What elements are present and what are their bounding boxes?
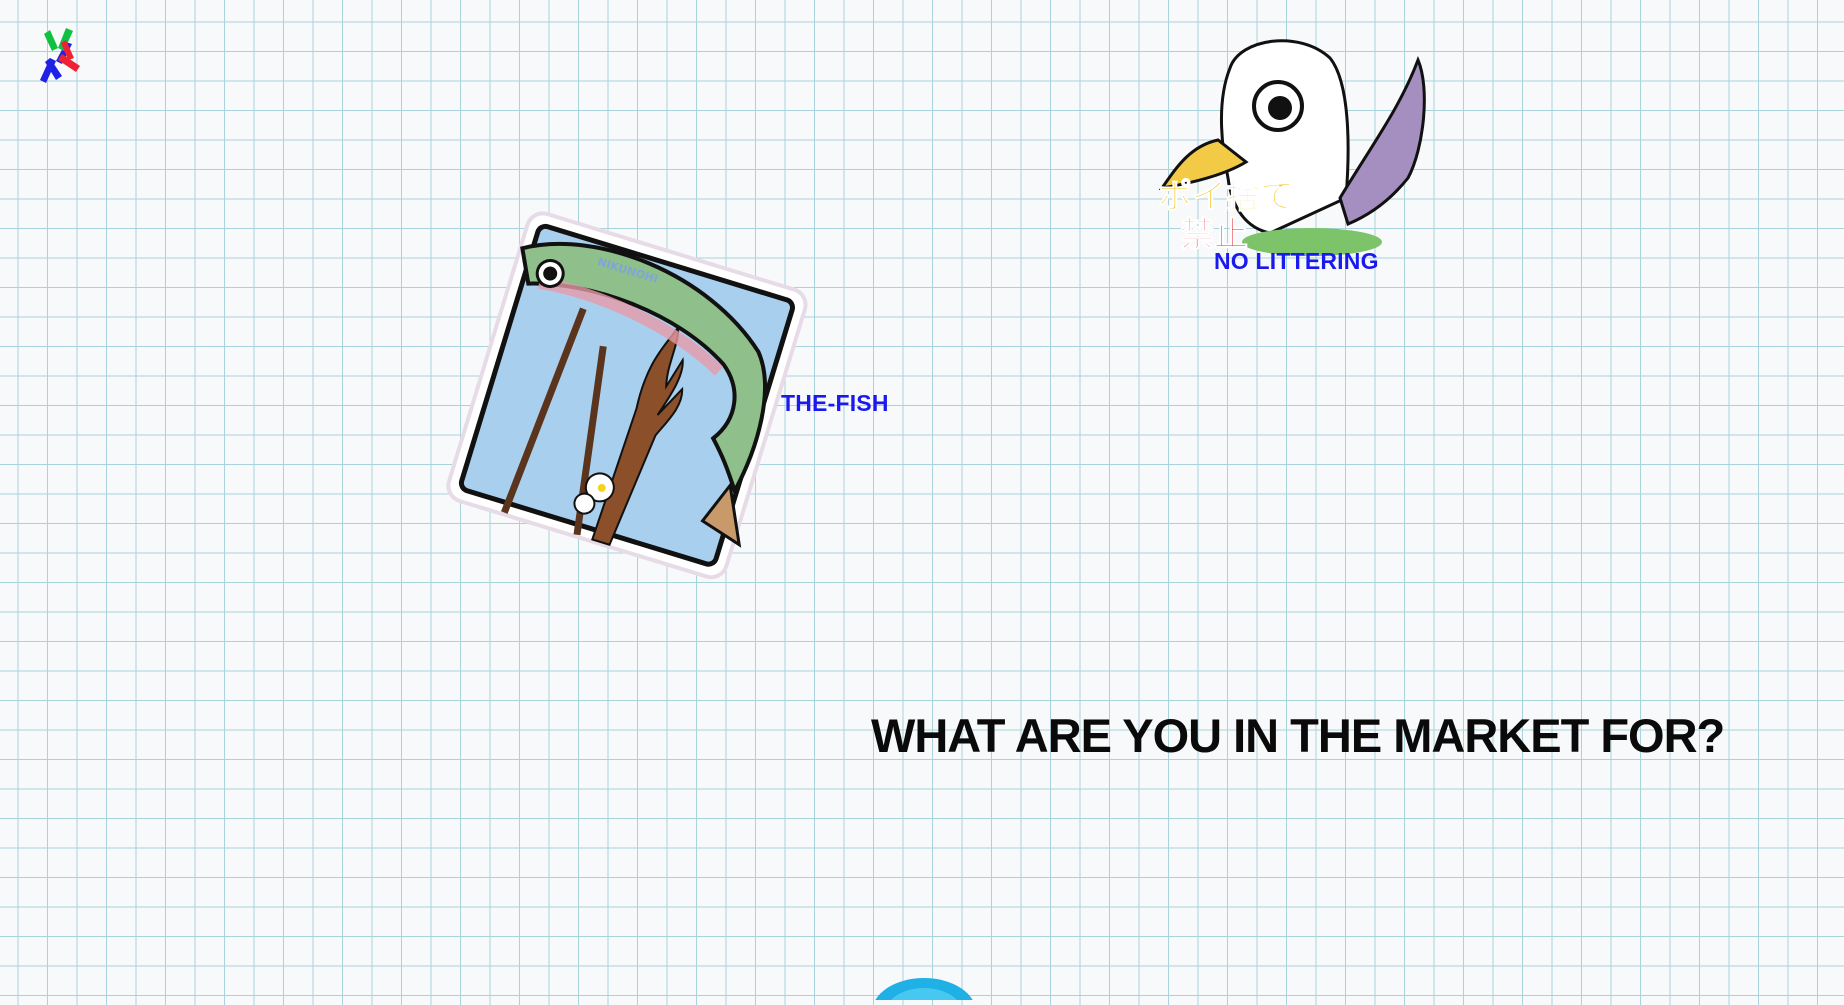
partial-sticker-bottom[interactable] xyxy=(868,972,980,1005)
seagull-sticker[interactable]: ポイ捨て 禁止 xyxy=(1150,28,1440,268)
fish-sticker[interactable]: NIKUNOHI xyxy=(440,205,812,585)
fish-sticker-icon: NIKUNOHI xyxy=(446,211,808,580)
seagull-sticker-icon: ポイ捨て 禁止 xyxy=(1158,39,1426,256)
sticker-label-the-fish[interactable]: THE-FISH xyxy=(781,390,889,417)
page-headline: WHAT ARE YOU IN THE MARKET FOR? xyxy=(871,709,1725,762)
nyk-logo-icon[interactable] xyxy=(36,28,84,88)
svg-text:ポイ捨て: ポイ捨て xyxy=(1158,177,1294,217)
sticker-label-no-littering[interactable]: NO LITTERING xyxy=(1214,248,1379,275)
